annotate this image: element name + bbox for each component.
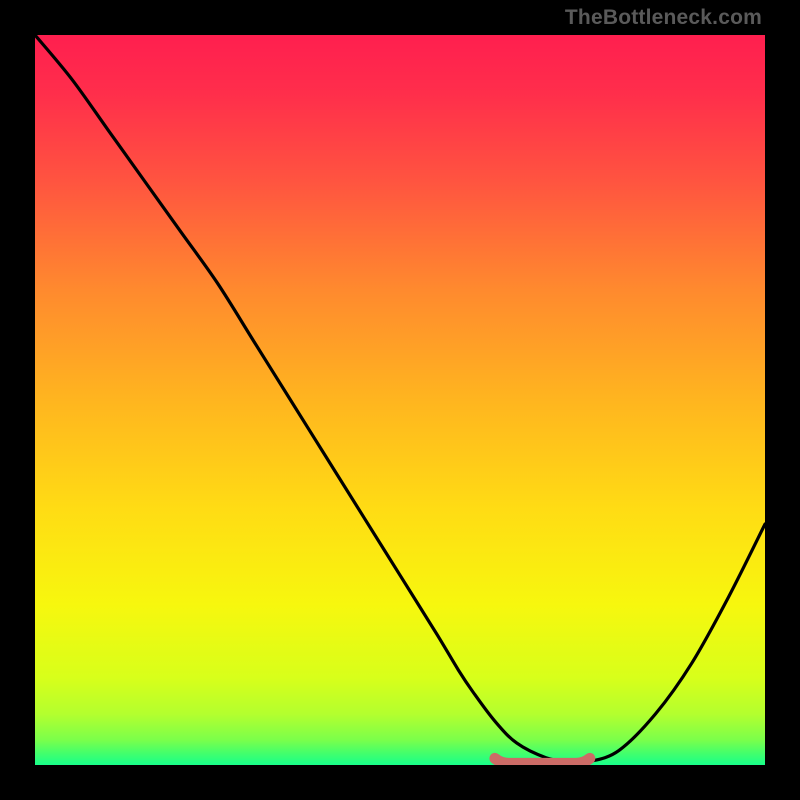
plot-area <box>35 35 765 765</box>
optimal-range-marker <box>495 758 590 763</box>
bottleneck-curve <box>35 35 765 762</box>
chart-svg <box>35 35 765 765</box>
chart-frame: TheBottleneck.com <box>0 0 800 800</box>
watermark-text: TheBottleneck.com <box>565 6 762 30</box>
